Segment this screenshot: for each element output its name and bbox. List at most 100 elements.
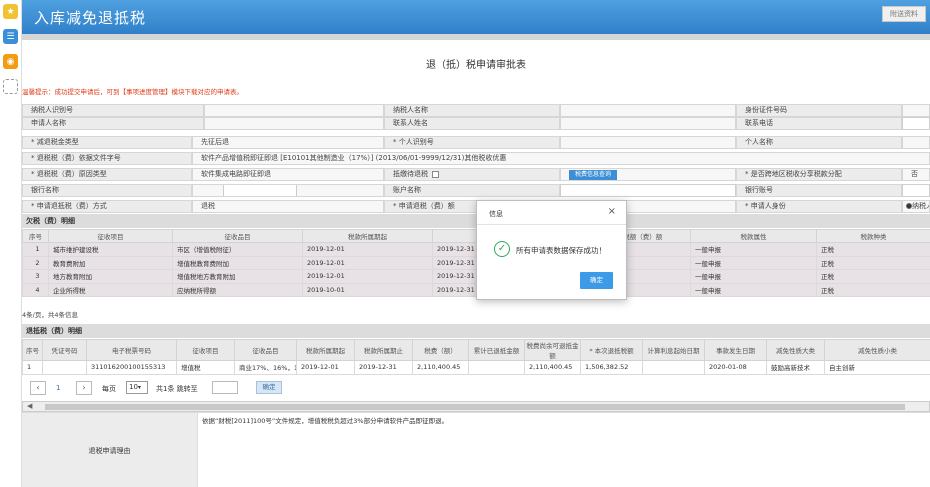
owed-col-header: 征收项目: [48, 229, 173, 243]
prev-page-button[interactable]: ‹: [30, 381, 46, 395]
identity-label: * 申请人身份: [736, 200, 902, 213]
per-page-label: 每页: [102, 385, 116, 393]
scrollbar-thumb[interactable]: [45, 404, 905, 410]
personal-id-value[interactable]: [560, 136, 736, 149]
basis-value[interactable]: 软件产品增值税即征即退 [E10101其他制造业（17%）] (2013/06/…: [192, 152, 930, 165]
deduct-checkbox[interactable]: [432, 170, 439, 178]
target-icon[interactable]: ◎: [3, 79, 18, 94]
bank-account-label: 银行账号: [736, 184, 902, 197]
contact-phone-input[interactable]: [902, 117, 930, 130]
taxpayer-id-label: 纳税人识别号: [22, 104, 204, 117]
cell: 2,110,400.45: [412, 360, 469, 375]
refund-col-header: 减免性质小类: [824, 339, 930, 361]
cell: 2019-12-01: [302, 269, 433, 284]
cell: 正税: [816, 242, 930, 257]
refund-table: 序号 凭证号码 电子税票号码 征收项目 征收品目 税款所属期起 税款所属期止 税…: [22, 339, 930, 375]
refund-col-header: 事款发生日期: [704, 339, 767, 361]
account-name-input[interactable]: [560, 184, 736, 197]
table-row[interactable]: 1 311016200100155313 增值税 商业17%、16%，13% 2…: [22, 360, 930, 375]
form-title: 退（抵）税申请审批表: [426, 60, 526, 71]
cell: 地方教育附加: [48, 269, 173, 284]
list-icon[interactable]: ☰: [3, 29, 18, 44]
cell: 2019-12-31: [354, 360, 413, 375]
cell: 1: [22, 360, 43, 375]
owed-count: 4条/页，共4条信息: [22, 311, 78, 319]
cell: 城市维护建设税: [48, 242, 173, 257]
cell: 增值税教育费附加: [172, 255, 303, 270]
personal-name-value: [902, 136, 930, 149]
total-label: 共1条 跳转至: [156, 385, 198, 393]
left-toolbar: ★ ☰ ◉ ◎: [0, 0, 22, 487]
owed-col-header: 税款种类: [816, 229, 930, 243]
next-page-button[interactable]: ›: [76, 381, 92, 395]
cell: 2020-01-08: [704, 360, 767, 375]
ok-button[interactable]: 确定: [580, 272, 613, 289]
refund-type-select[interactable]: 先征后退: [192, 136, 384, 149]
cell: 一般申报: [690, 255, 817, 270]
contact-name-value: [560, 117, 736, 130]
goto-page-input[interactable]: [212, 381, 238, 394]
dialog-message: 所有申请表数据保存成功！: [516, 246, 606, 255]
reason-label: 退税申请理由: [22, 413, 198, 487]
cell: 一般申报: [690, 242, 817, 257]
cell: 市区（增值税附征）: [172, 242, 303, 257]
app-title: 入库减免退抵税: [34, 9, 147, 27]
cell: 应纳税所得额: [172, 282, 303, 297]
refund-col-header: 序号: [22, 339, 43, 361]
applicant-name-label: 申请人名称: [22, 117, 204, 130]
cell: 1: [22, 242, 49, 257]
bank-name-input[interactable]: [223, 185, 297, 196]
cell: 自主创新: [824, 360, 930, 375]
tip-text: 温馨提示：成功提交申请后，可到【事项进度管理】模块下载对应的申请表。: [22, 88, 243, 96]
personal-id-label: * 个人识别号: [384, 136, 560, 149]
star-icon[interactable]: ★: [3, 4, 18, 19]
cell: 2019-12-01: [296, 360, 355, 375]
refund-section-title: 退抵税（费）明细: [22, 324, 930, 338]
horizontal-scrollbar[interactable]: ◀: [22, 401, 930, 412]
reason-type-select[interactable]: 软件集成电路即征即退: [192, 168, 384, 181]
refund-col-header: 累计已退抵金额: [468, 339, 525, 361]
close-icon[interactable]: ×: [608, 206, 616, 217]
per-page-value: 10: [129, 383, 138, 391]
method-select[interactable]: 退税: [192, 200, 384, 213]
owed-col-header: 序号: [22, 229, 49, 243]
account-name-label: 账户名称: [384, 184, 560, 197]
cell: 正税: [816, 269, 930, 284]
eye-icon[interactable]: ◉: [3, 54, 18, 69]
current-page[interactable]: 1: [56, 384, 60, 392]
dialog-title: 信息: [489, 210, 503, 218]
tax-query-button[interactable]: 税费信息查询: [569, 170, 617, 180]
scroll-left-icon[interactable]: ◀: [27, 402, 32, 410]
cell: 鼓励高新技术: [766, 360, 825, 375]
app-header: 入库减免退抵税 附送资料: [22, 0, 930, 34]
cell: 增值税地方教育附加: [172, 269, 303, 284]
cell: 教育费附加: [48, 255, 173, 270]
refund-col-header: 征收项目: [176, 339, 235, 361]
refund-col-header: 税费（额）: [412, 339, 469, 361]
taxpayer-id-value: [204, 104, 384, 117]
per-page-select[interactable]: 10▾: [126, 381, 148, 394]
cross-region-value[interactable]: 否: [902, 168, 930, 181]
chevron-down-icon: ▾: [137, 384, 141, 391]
attachments-button[interactable]: 附送资料: [882, 6, 926, 22]
header-divider: [22, 34, 930, 40]
deduct-field: 抵缴待退税: [384, 168, 560, 181]
cell: 4: [22, 282, 49, 297]
cell: 2019-10-01: [302, 282, 433, 297]
refund-amount-input[interactable]: 1,506,382.52: [580, 360, 643, 375]
goto-confirm-button[interactable]: 确定: [256, 381, 282, 394]
contact-name-label: 联系人姓名: [384, 117, 560, 130]
cell: 一般申报: [690, 269, 817, 284]
bank-account-input[interactable]: [902, 184, 930, 197]
bank-name-label: 银行名称: [22, 184, 192, 197]
refund-col-header: 减免性质大类: [766, 339, 825, 361]
refund-header-row: 序号 凭证号码 电子税票号码 征收项目 征收品目 税款所属期起 税款所属期止 税…: [22, 339, 930, 361]
cell: 2: [22, 255, 49, 270]
refund-col-header: 征收品目: [234, 339, 297, 361]
bank-name-cell: [192, 184, 384, 197]
cell: 增值税: [176, 360, 235, 375]
reason-text[interactable]: 依据“财税[2011]100号”文件规定，增值税税负超过3%部分申请软件产品即征…: [202, 415, 448, 425]
info-dialog: 信息 × ✓ 所有申请表数据保存成功！ 确定: [476, 200, 627, 300]
cell: 正税: [816, 255, 930, 270]
owed-col-header: 税款所属期起: [302, 229, 433, 243]
